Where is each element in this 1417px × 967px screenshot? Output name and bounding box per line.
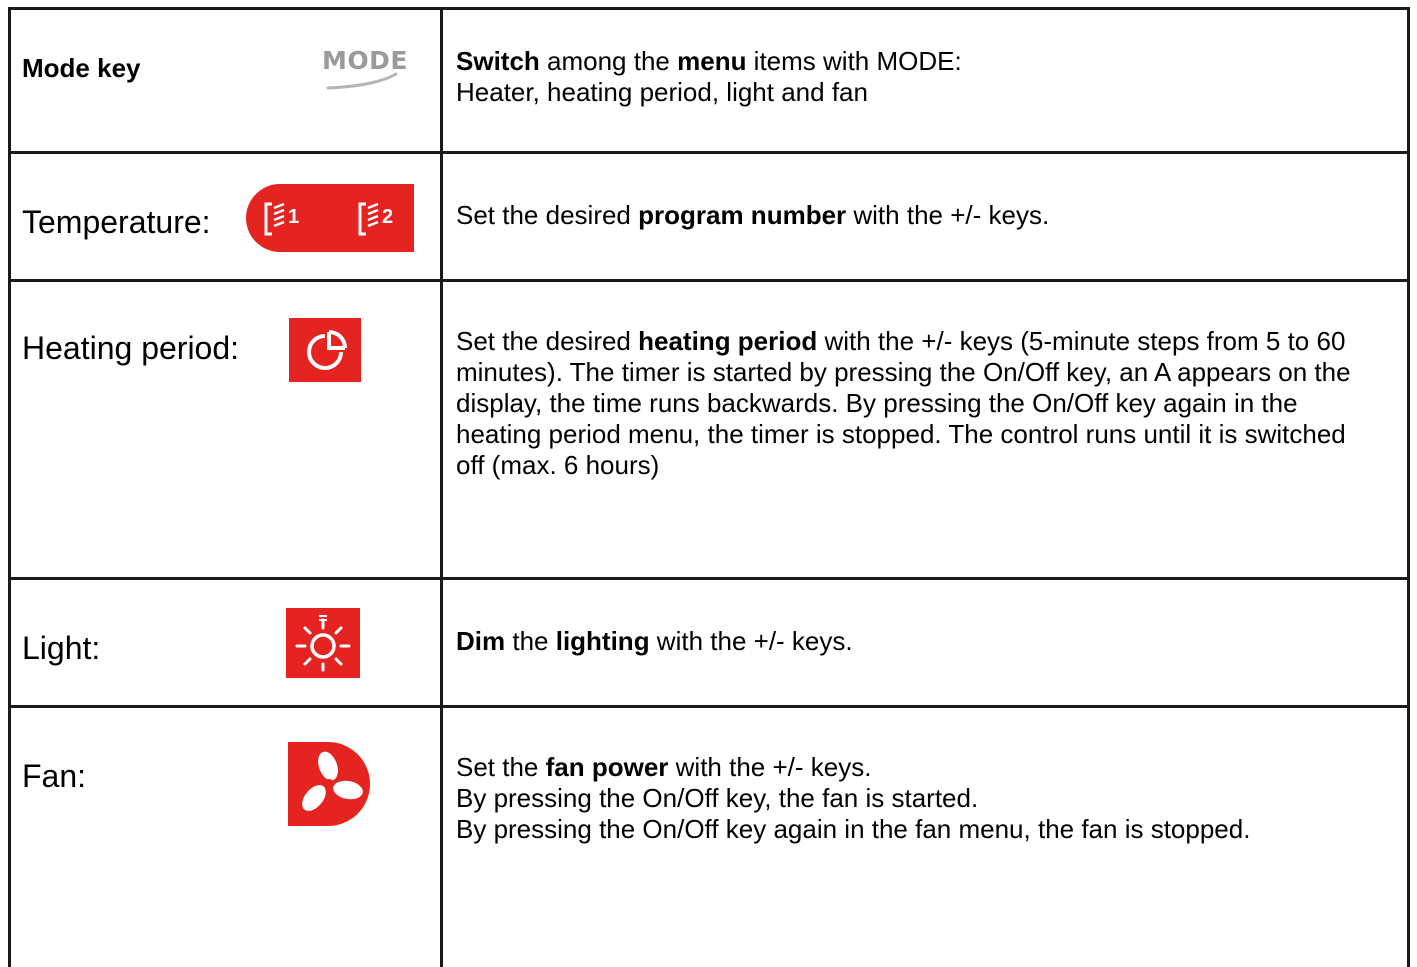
row-description: Dim the lighting with the +/- keys. xyxy=(456,626,1376,657)
desc-text: heating period xyxy=(638,326,818,356)
row-label: Light: xyxy=(22,630,101,666)
desc-text: menu xyxy=(677,46,747,76)
desc-text: among the xyxy=(539,46,678,76)
temperature-program-icon: 1 2 xyxy=(244,182,414,254)
desc-text: program number xyxy=(638,200,847,230)
row-description: Set the fan power with the +/- keys. By … xyxy=(456,752,1376,845)
desc-text: By pressing the On/Off key again in the … xyxy=(456,814,1251,844)
desc-text: By pressing the On/Off key, the fan is s… xyxy=(456,783,979,813)
fan-icon xyxy=(288,742,370,826)
mode-key-icon: MODE xyxy=(320,46,407,94)
row-description: Set the desired program number with the … xyxy=(456,200,1376,231)
desc-text: the xyxy=(505,626,556,656)
desc-text: Dim xyxy=(456,626,506,656)
desc-text: with the +/- keys. xyxy=(668,752,872,782)
row-label: Mode key xyxy=(22,53,141,83)
row-label: Fan: xyxy=(22,758,87,794)
program-2-number: 2 xyxy=(382,206,394,228)
desc-text: with the +/- keys. xyxy=(649,626,853,656)
desc-text: with the +/- keys. xyxy=(846,200,1050,230)
desc-text: Set the desired xyxy=(456,326,639,356)
row-label: Temperature: xyxy=(22,204,211,240)
desc-text: Switch xyxy=(456,46,540,76)
desc-text: Heater, heating period, light and fan xyxy=(456,77,868,107)
desc-text: lighting xyxy=(555,626,650,656)
desc-text: Set the xyxy=(456,752,546,782)
light-icon xyxy=(286,608,360,678)
desc-text: fan power xyxy=(545,752,669,782)
row-description: Switch among the menu items with MODE: H… xyxy=(456,46,1376,108)
row-divider xyxy=(8,577,1410,580)
row-divider xyxy=(8,279,1410,282)
row-label: Heating period: xyxy=(22,330,240,366)
desc-text: Set the desired xyxy=(456,200,639,230)
row-description: Set the desired heating period with the … xyxy=(456,326,1376,481)
desc-text: items with MODE: xyxy=(746,46,962,76)
row-divider xyxy=(8,151,1410,154)
row-divider xyxy=(8,705,1410,708)
program-1-number: 1 xyxy=(288,206,300,228)
timer-icon xyxy=(289,318,361,382)
